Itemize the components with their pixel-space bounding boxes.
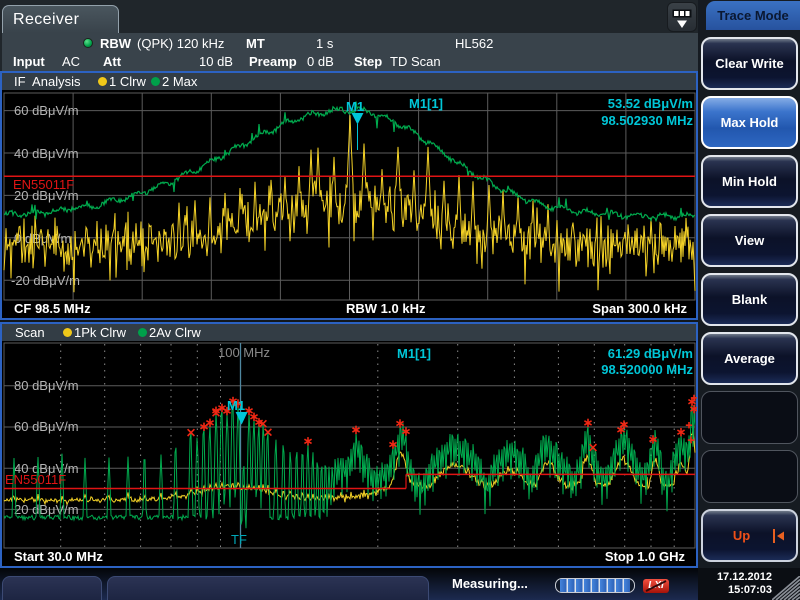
svg-text:TF: TF [231,532,247,547]
svg-text:60 dBμV/m: 60 dBμV/m [14,103,79,118]
svg-text:61.29 dBμV/m: 61.29 dBμV/m [608,346,693,361]
svg-text:80 dBμV/m: 80 dBμV/m [14,378,79,393]
svg-text:100 MHz: 100 MHz [218,345,270,360]
svg-text:40 dBμV/m: 40 dBμV/m [14,146,79,161]
svg-text:EN55011F: EN55011F [13,177,74,192]
svg-text:60 dBμV/m: 60 dBμV/m [14,419,79,434]
svg-text:M1[1]: M1[1] [409,96,443,111]
svg-text:-20 dBμV/m: -20 dBμV/m [11,273,80,288]
svg-text:M1: M1 [227,398,245,413]
svg-text:M1: M1 [346,99,364,114]
svg-text:M1[1]: M1[1] [397,346,431,361]
svg-text:98.502930 MHz: 98.502930 MHz [601,113,693,128]
svg-text:98.520000 MHz: 98.520000 MHz [601,362,693,377]
svg-text:EN55011F: EN55011F [5,472,66,487]
svg-text:53.52 dBμV/m: 53.52 dBμV/m [608,96,693,111]
